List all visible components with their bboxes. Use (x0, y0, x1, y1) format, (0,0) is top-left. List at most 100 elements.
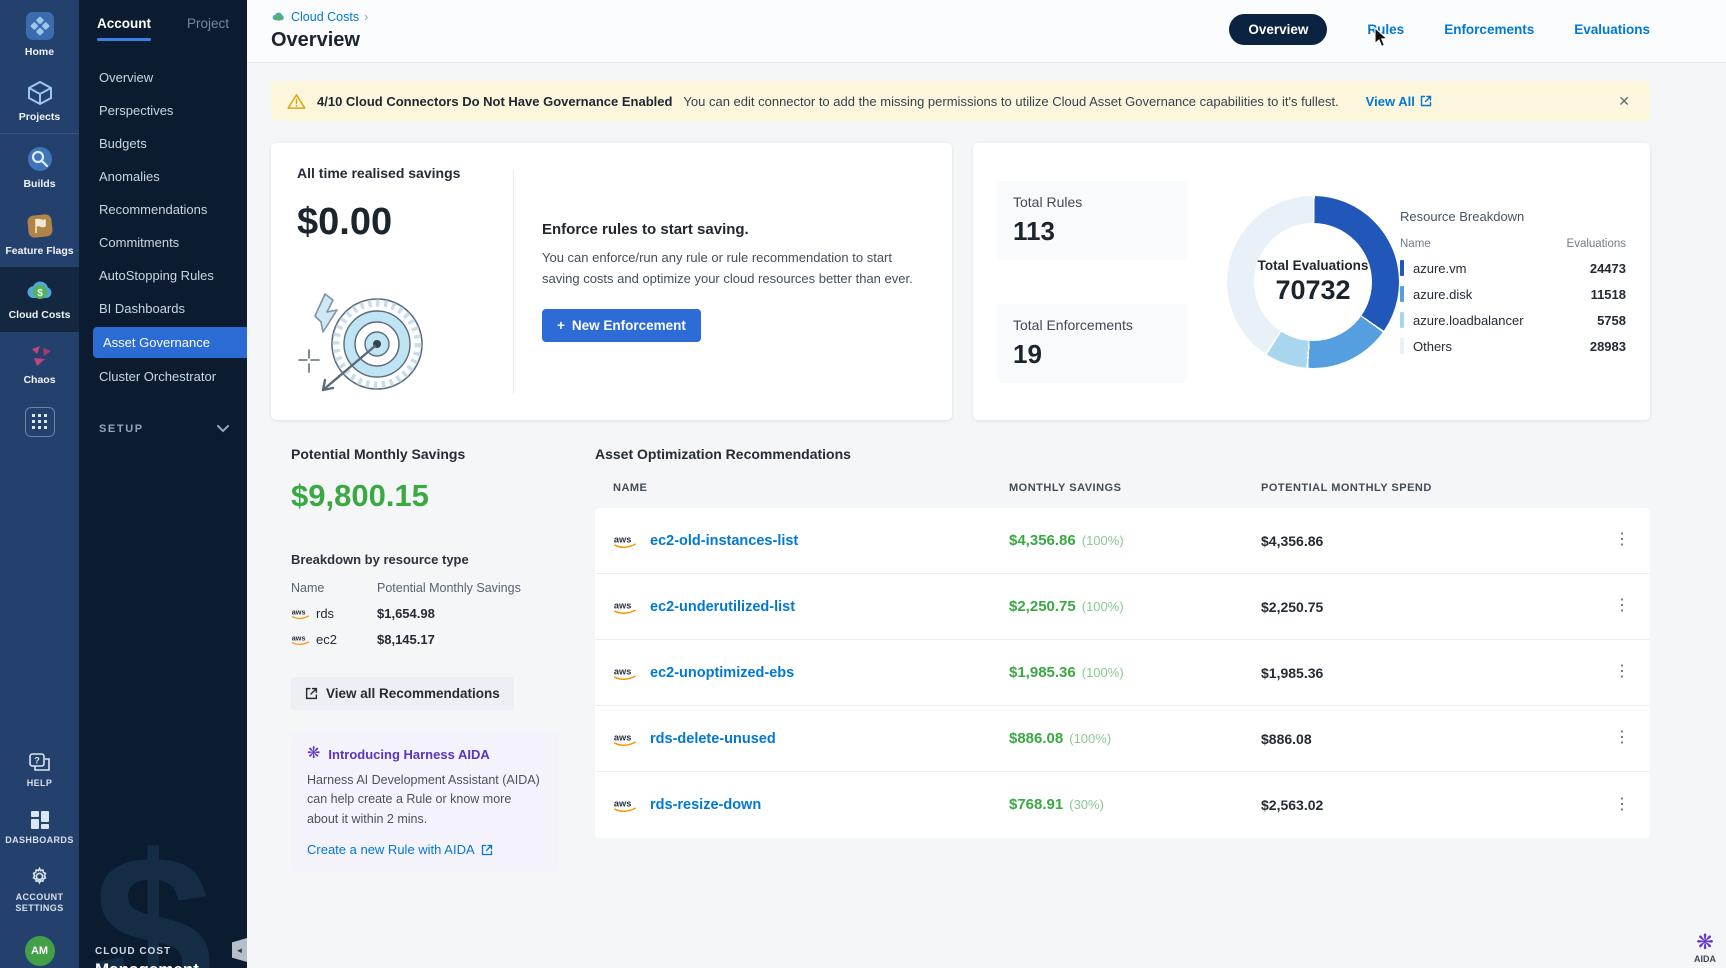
aida-flower-icon: ❋ (1694, 932, 1716, 953)
row-actions-menu[interactable]: ⋮ (1614, 801, 1630, 810)
aida-description: Harness AI Development Assistant (AIDA) … (307, 771, 543, 829)
tab-rules[interactable]: Rules (1367, 22, 1404, 37)
row-actions-menu[interactable]: ⋮ (1614, 536, 1630, 545)
tab-account-label: Account (97, 16, 151, 31)
sidebar-item-autostopping-rules[interactable]: AutoStopping Rules (79, 259, 247, 292)
breadcrumb-separator: › (364, 10, 368, 24)
tab-account[interactable]: Account (97, 16, 151, 41)
tab-overview[interactable]: Overview (1229, 14, 1327, 45)
sidebar-item-cluster-orchestrator[interactable]: Cluster Orchestrator (79, 360, 247, 393)
sidebar-item-asset-governance[interactable]: Asset Governance (93, 327, 247, 358)
banner-close-button[interactable]: ✕ (1614, 89, 1634, 114)
rail-item-dashboards[interactable]: DASHBOARDS (0, 799, 79, 856)
dashboards-icon (30, 810, 50, 830)
total-enforcements-label: Total Enforcements (1013, 317, 1171, 333)
legend-value: 11518 (1591, 287, 1626, 302)
aida-floating-button[interactable]: ❋ AIDA (1694, 932, 1716, 964)
breadcrumb[interactable]: Cloud Costs › (271, 10, 368, 24)
table-row: aws rds-delete-unused $886.08(100%) $886… (595, 706, 1650, 772)
sidebar-setup-toggle[interactable]: SETUP (79, 423, 247, 435)
recommendation-link[interactable]: rds-resize-down (650, 797, 761, 813)
recommendation-link[interactable]: ec2-old-instances-list (650, 533, 798, 549)
create-rule-with-aida-link[interactable]: Create a new Rule with AIDA (307, 842, 543, 857)
rail-item-account-settings[interactable]: ACCOUNT SETTINGS (0, 855, 79, 924)
sidebar-item-bi-dashboards[interactable]: BI Dashboards (79, 292, 247, 325)
new-enforcement-button[interactable]: + New Enforcement (542, 309, 701, 342)
collapse-icon: ◄ (236, 946, 244, 955)
sidebar-item-recommendations[interactable]: Recommendations (79, 193, 247, 226)
module-grid-button[interactable] (25, 407, 55, 437)
view-all-recommendations-button[interactable]: View all Recommendations (291, 677, 514, 710)
rail-item-feature-flags[interactable]: Feature Flags (0, 201, 79, 268)
resource-savings: $1,654.98 (377, 606, 435, 621)
warning-triangle-icon (287, 93, 306, 110)
page-header: Cloud Costs › Overview Overview Rules En… (247, 0, 1726, 63)
enforce-headline: Enforce rules to start saving. (542, 221, 926, 238)
aws-logo-icon: aws (291, 633, 310, 646)
legend-value: 5758 (1597, 313, 1626, 328)
aida-promo-card: ❋ Introducing Harness AIDA Harness AI De… (291, 732, 559, 873)
legend-name: azure.vm (1413, 261, 1466, 276)
legend-row: Others 28983 (1400, 338, 1626, 354)
table-row: aws ec2 $8,145.17 (291, 632, 559, 647)
plus-icon: + (557, 318, 565, 333)
table-row: aws ec2-underutilized-list $2,250.75(100… (595, 574, 1650, 640)
potential-spend-value: $2,250.75 (1261, 599, 1594, 615)
rail-item-builds[interactable]: Builds (0, 134, 79, 201)
legend-chip (1400, 338, 1404, 354)
sidebar-item-anomalies[interactable]: Anomalies (79, 160, 247, 193)
recommendation-link[interactable]: rds-delete-unused (650, 731, 776, 747)
module-rail: Home Projects Builds Feature Flags $ Clo… (0, 0, 79, 968)
svg-text:aws: aws (292, 608, 306, 617)
aws-logo-icon: aws (291, 607, 310, 620)
sidebar-item-commitments[interactable]: Commitments (79, 226, 247, 259)
tab-enforcements[interactable]: Enforcements (1444, 22, 1534, 37)
page-title: Overview (271, 29, 368, 52)
donut-center-value: 70732 (1275, 275, 1350, 306)
banner-view-all-link[interactable]: View All (1366, 94, 1432, 109)
row-actions-menu[interactable]: ⋮ (1614, 668, 1630, 677)
sidebar-item-budgets[interactable]: Budgets (79, 127, 247, 160)
row-actions-menu[interactable]: ⋮ (1614, 602, 1630, 611)
table-row: aws rds $1,654.98 (291, 606, 559, 621)
grid-icon (32, 414, 47, 429)
gear-icon (29, 866, 50, 887)
total-enforcements-tile: Total Enforcements 19 (997, 304, 1187, 383)
tab-project[interactable]: Project (187, 16, 229, 31)
potential-spend-value: $886.08 (1261, 731, 1594, 747)
rail-item-projects[interactable]: Projects (0, 69, 79, 134)
sidebar-item-perspectives[interactable]: Perspectives (79, 94, 247, 127)
sidebar-footer: CLOUD COST Management (79, 946, 247, 968)
banner-headline: 4/10 Cloud Connectors Do Not Have Govern… (317, 94, 672, 109)
total-rules-value: 113 (1013, 216, 1171, 247)
rail-label: Feature Flags (5, 245, 73, 258)
savings-percent: (30%) (1069, 797, 1104, 812)
rail-item-home[interactable]: Home (0, 0, 79, 69)
user-avatar[interactable]: AM (25, 936, 55, 966)
svg-text:aws: aws (292, 634, 306, 643)
rail-item-help[interactable]: ? HELP (0, 742, 79, 799)
resource-breakdown-legend: Resource Breakdown Name Evaluations azur… (1400, 209, 1626, 354)
rail-item-chaos[interactable]: Chaos (0, 332, 79, 397)
rail-item-cloud-costs[interactable]: $ Cloud Costs (0, 267, 79, 332)
legend-name: Others (1413, 339, 1452, 354)
rail-label: DASHBOARDS (5, 835, 74, 846)
legend-row: azure.vm 24473 (1400, 260, 1626, 276)
active-tab-underline (97, 38, 151, 41)
tab-evaluations[interactable]: Evaluations (1574, 22, 1650, 37)
rail-label: HELP (27, 778, 53, 789)
recommendation-link[interactable]: ec2-unoptimized-ebs (650, 665, 794, 681)
breakdown-title: Resource Breakdown (1400, 209, 1626, 224)
potential-savings-title: Potential Monthly Savings (291, 446, 559, 462)
page-content: 4/10 Cloud Connectors Do Not Have Govern… (247, 63, 1726, 873)
sidebar-item-overview[interactable]: Overview (79, 61, 247, 94)
sidebar-menu: Overview Perspectives Budgets Anomalies … (79, 61, 247, 393)
aida-title: Introducing Harness AIDA (328, 747, 489, 762)
help-chat-icon: ? (29, 753, 51, 773)
row-actions-menu[interactable]: ⋮ (1614, 734, 1630, 743)
table-row: aws ec2-old-instances-list $4,356.86(100… (595, 508, 1650, 574)
legend-col-name: Name (1400, 238, 1431, 250)
legend-row: azure.disk 11518 (1400, 286, 1626, 302)
recommendation-link[interactable]: ec2-underutilized-list (650, 599, 795, 615)
rules-stats-card: Total Rules 113 Total Enforcements 19 To… (973, 143, 1650, 420)
